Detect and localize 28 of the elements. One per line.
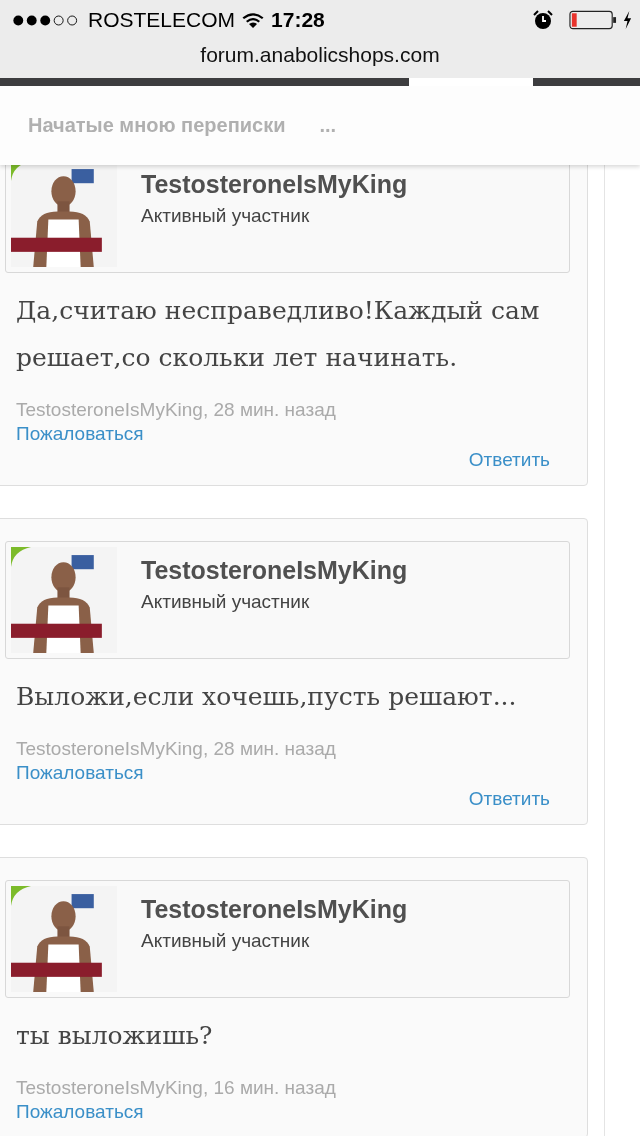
user-title: Активный участник: [141, 205, 311, 227]
online-indicator-icon: [11, 547, 31, 567]
post-meta: TestosteroneIsMyKing, 28 мин. назад: [16, 738, 337, 760]
alarm-icon: [533, 10, 553, 30]
address-bar[interactable]: forum.anabolicshops.com: [0, 40, 640, 78]
message-text: ты выложишь?: [15, 1020, 214, 1052]
report-link[interactable]: Пожаловаться: [16, 1101, 144, 1123]
clock-time: 17:28: [271, 8, 325, 32]
reply-link[interactable]: Ответить: [468, 449, 550, 471]
username[interactable]: TestosteroneIsMyKing: [141, 556, 408, 585]
nav-link[interactable]: Начатые мною переписки: [28, 114, 286, 137]
post-meta: TestosteroneIsMyKing, 28 мин. назад: [16, 399, 337, 421]
message-text: Выложи,если хочешь,пусть решают...: [15, 681, 518, 713]
username[interactable]: TestosteroneIsMyKing: [141, 895, 408, 924]
carrier-name: ROSTELECOM: [88, 8, 236, 32]
username[interactable]: TestosteroneIsMyKing: [141, 170, 408, 199]
nav-link[interactable]: ...: [319, 114, 337, 137]
post-meta: TestosteroneIsMyKing, 16 мин. назад: [16, 1077, 337, 1099]
battery-icon: [569, 10, 617, 30]
user-title: Активный участник: [141, 591, 311, 613]
report-link[interactable]: Пожаловаться: [16, 423, 144, 445]
report-link[interactable]: Пожаловаться: [16, 762, 144, 784]
wifi-icon: [241, 11, 266, 29]
reply-link[interactable]: Ответить: [468, 788, 550, 810]
online-indicator-icon: [11, 886, 31, 906]
user-title: Активный участник: [141, 930, 311, 952]
message-text: Да,считаю несправедливо!Каждый сам решает,со скольки лет начинать.: [15, 295, 541, 374]
charging-icon: [623, 11, 632, 29]
